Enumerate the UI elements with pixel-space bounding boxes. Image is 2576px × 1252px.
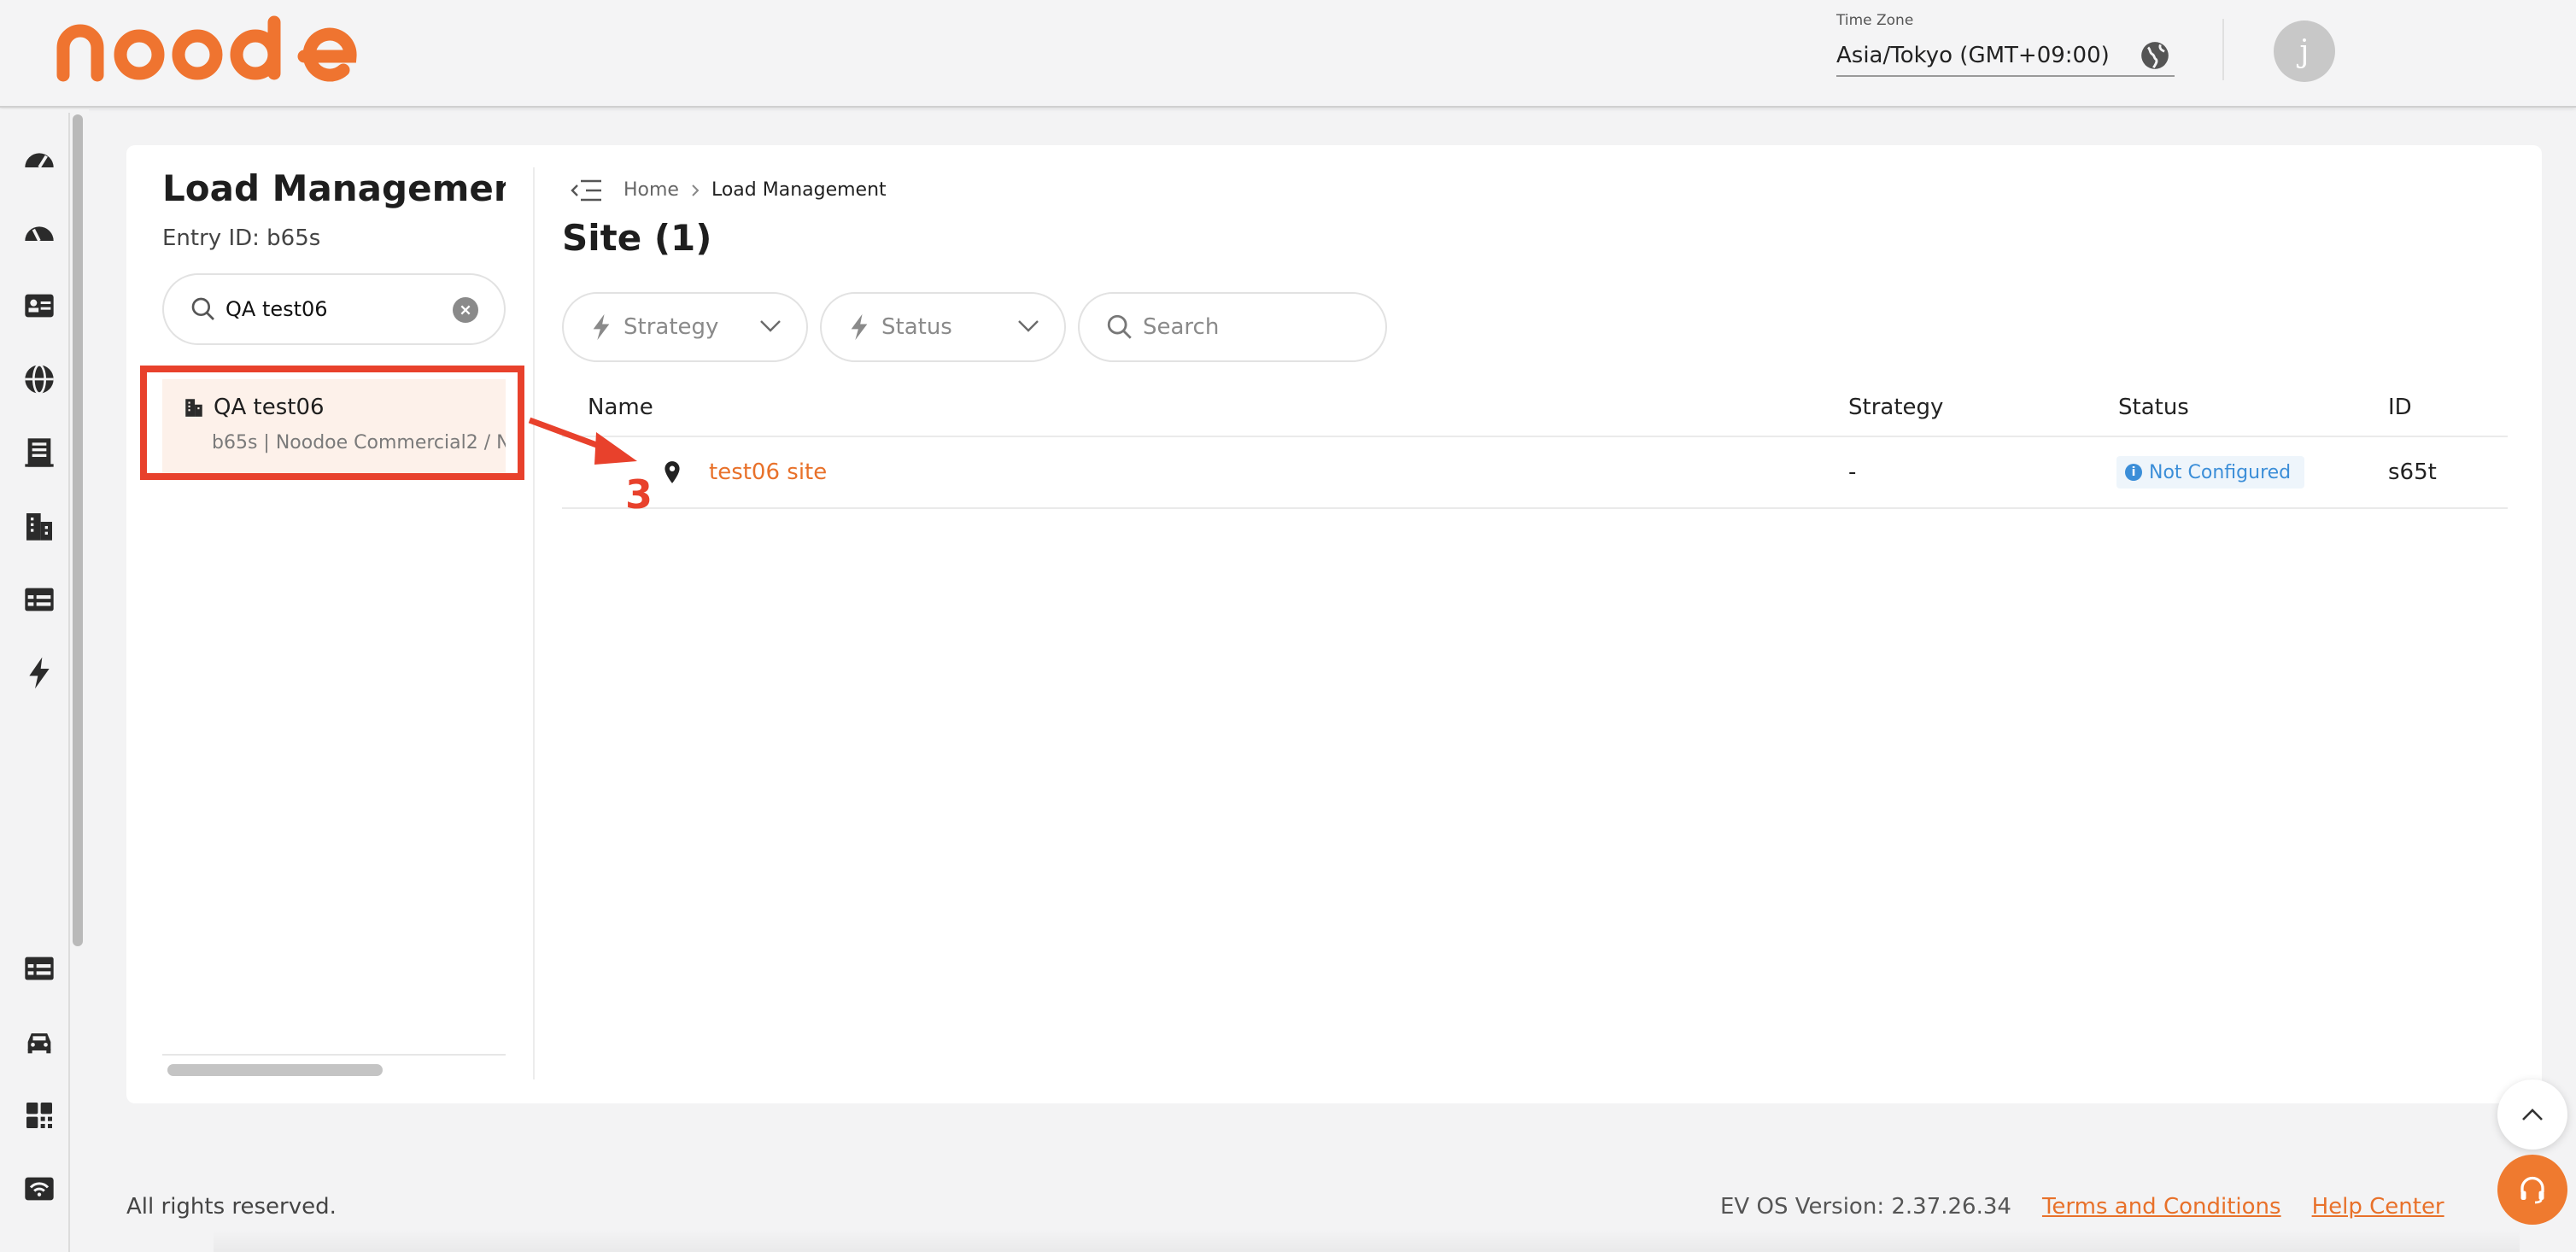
column-header-strategy[interactable]: Strategy [1848,395,1943,420]
panel-divider [533,167,535,1079]
timezone-select[interactable]: Asia/Tokyo (GMT+09:00) [1836,36,2175,77]
header-divider [2222,19,2224,80]
bolt-icon [593,313,610,341]
footer-rights: All rights reserved. [126,1194,337,1220]
noodoe-logo[interactable] [56,14,381,82]
top-header: Time Zone Asia/Tokyo (GMT+09:00) j [0,0,2576,108]
strategy-filter-label: Strategy [624,314,719,340]
globe-icon[interactable] [22,362,56,396]
wifi-card-icon[interactable] [22,1172,56,1206]
side-nav-scroll-thumb[interactable] [73,114,83,946]
tree-search-value: QA test06 [225,297,328,321]
strategy-filter[interactable]: Strategy [562,292,808,362]
bolt-icon [851,313,868,341]
tree-search-input[interactable]: QA test06 [162,273,506,345]
table-icon[interactable] [22,582,56,617]
qr-code-icon[interactable] [22,1098,56,1132]
dashboard-icon[interactable] [22,142,56,176]
annotation-highlight-box [140,366,524,480]
location-pin-icon [664,461,680,483]
avatar[interactable]: j [2274,20,2335,82]
headset-icon [2520,1176,2544,1204]
timezone-value: Asia/Tokyo (GMT+09:00) [1836,43,2110,68]
chevron-down-icon [760,320,781,332]
version-text: EV OS Version: 2.37.26.34 [1720,1194,2011,1220]
side-nav-scrollbar[interactable] [68,113,84,1252]
search-icon [1107,314,1132,339]
bolt-icon[interactable] [22,656,56,690]
info-icon: i [2125,464,2142,481]
search-icon [191,297,214,320]
contact-card-icon[interactable] [22,289,56,323]
status-badge-text: Not Configured [2149,461,2292,483]
scroll-to-top-button[interactable] [2497,1079,2567,1150]
footer-shadow [214,1230,2520,1252]
column-header-id[interactable]: ID [2388,395,2412,420]
breadcrumb-home[interactable]: Home [624,179,679,201]
help-center-link[interactable]: Help Center [2312,1194,2444,1220]
status-badge: i Not Configured [2116,456,2305,489]
chevron-up-icon [2522,1109,2543,1120]
breadcrumb-current: Load Management [711,179,887,201]
breadcrumb: Home Load Management [624,179,887,201]
annotation-arrow [528,417,637,465]
tree-horizontal-scrollbar[interactable] [162,1054,506,1079]
status-filter[interactable]: Status [820,292,1066,362]
table-list-icon[interactable] [22,951,56,986]
table-row-divider [562,507,2508,509]
site-strategy: - [1848,459,1857,485]
left-panel-title: Load Management [162,167,506,209]
annotation-step-number: 3 [625,471,653,518]
site-name-link[interactable]: test06 site [709,459,827,485]
column-header-status[interactable]: Status [2118,395,2189,420]
entry-id: Entry ID: b65s [162,225,321,251]
support-button[interactable] [2497,1155,2567,1225]
chevron-right-icon [692,184,700,196]
table-header-divider [562,436,2508,437]
chevron-down-icon [1018,320,1039,332]
timezone-label: Time Zone [1836,12,1914,29]
city-icon[interactable] [22,509,56,543]
building-icon[interactable] [22,436,56,470]
terms-link[interactable]: Terms and Conditions [2042,1194,2281,1220]
status-filter-label: Status [881,314,952,340]
footer-links: EV OS Version: 2.37.26.34 Terms and Cond… [1720,1194,2444,1220]
site-id: s65t [2388,459,2437,485]
clear-search-icon[interactable] [453,297,478,323]
globe-icon [2141,42,2169,69]
collapse-menu-icon[interactable] [569,178,603,203]
speedometer-icon[interactable] [22,215,56,249]
page-title: Site (1) [562,217,712,259]
tree-scroll-thumb[interactable] [167,1064,383,1076]
car-icon[interactable] [22,1025,56,1059]
site-search-input[interactable]: Search [1078,292,1387,362]
site-search-placeholder: Search [1143,314,1220,340]
